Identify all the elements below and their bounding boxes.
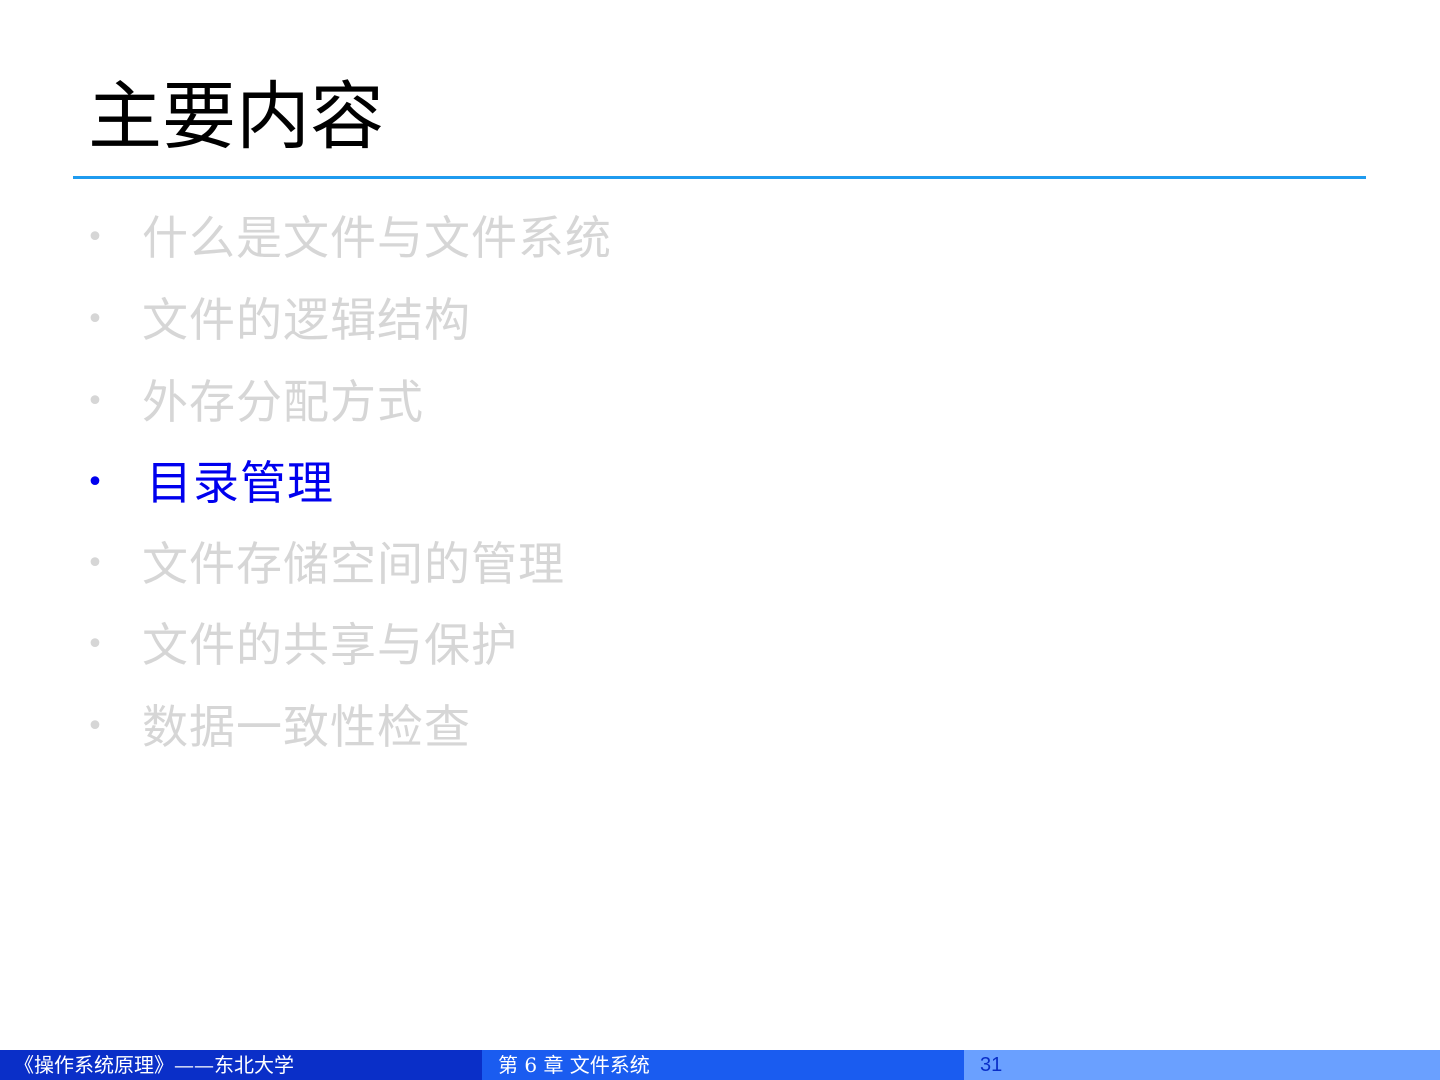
outline-item: • 数据一致性检查: [0, 696, 900, 758]
bullet-icon: •: [86, 546, 104, 581]
outline-item-label: 文件的共享与保护: [142, 618, 518, 672]
bullet-icon: •: [86, 627, 104, 662]
outline-item: • 文件存储空间的管理: [0, 533, 900, 595]
footer-course-title: 《操作系统原理》——东北大学: [0, 1050, 482, 1080]
bullet-icon: •: [86, 302, 104, 337]
outline-item-label: 数据一致性检查: [142, 700, 471, 754]
outline-item-label: 外存分配方式: [142, 375, 424, 429]
outline-item: • 外存分配方式: [0, 371, 900, 433]
slide-footer: 《操作系统原理》——东北大学 第 6 章 文件系统 31: [0, 1050, 1440, 1080]
outline-item: • 文件的逻辑结构: [0, 289, 900, 351]
bullet-icon: •: [86, 465, 104, 500]
outline-item-label: 文件存储空间的管理: [142, 537, 565, 591]
title-divider: [73, 176, 1366, 179]
bullet-icon: •: [86, 220, 104, 255]
bullet-icon: •: [86, 709, 104, 744]
outline-item: • 什么是文件与文件系统: [0, 207, 900, 269]
slide: 主要内容 • 什么是文件与文件系统 • 文件的逻辑结构 • 外存分配方式 • 目…: [0, 0, 1440, 1080]
outline-item-current: • 目录管理: [0, 452, 900, 514]
footer-page-number: 31: [964, 1050, 1440, 1080]
outline-item: • 文件的共享与保护: [0, 614, 900, 676]
footer-chapter-title: 第 6 章 文件系统: [482, 1050, 964, 1080]
outline-item-label: 文件的逻辑结构: [142, 293, 471, 347]
slide-title: 主要内容: [88, 74, 384, 160]
bullet-icon: •: [86, 384, 104, 419]
outline-item-label: 目录管理: [146, 456, 334, 510]
outline-item-label: 什么是文件与文件系统: [142, 211, 612, 265]
